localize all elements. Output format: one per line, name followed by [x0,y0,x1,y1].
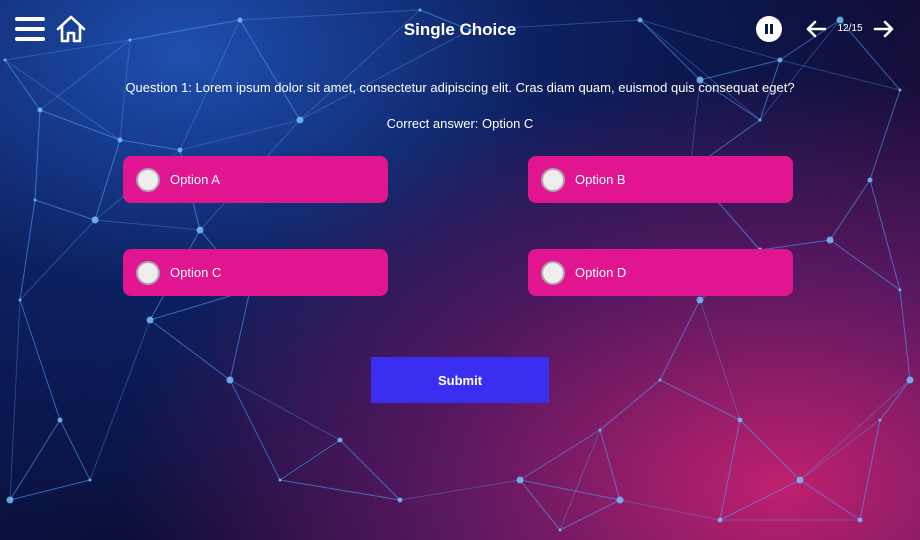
option-label: Option B [575,172,626,187]
arrow-right-icon[interactable] [873,20,895,38]
option-c-button[interactable]: Option C [123,249,388,296]
submit-button[interactable]: Submit [371,357,549,403]
arrow-left-icon[interactable] [805,20,827,38]
question-text: Question 1: Lorem ipsum dolor sit amet, … [125,80,795,95]
page-title: Single Choice [403,20,517,39]
correct-answer-text: Correct answer: Option C [386,116,534,131]
option-label: Option C [170,265,222,280]
option-a-button[interactable]: Option A [123,156,388,203]
radio-option-a[interactable] [136,168,160,192]
radio-option-b[interactable] [541,168,565,192]
radio-option-c[interactable] [136,261,160,285]
radio-option-d[interactable] [541,261,565,285]
pause-icon[interactable] [756,16,782,42]
page-counter: 12/15 [837,23,863,34]
option-b-button[interactable]: Option B [528,156,793,203]
option-label: Option D [575,265,627,280]
option-label: Option A [170,172,220,187]
option-d-button[interactable]: Option D [528,249,793,296]
